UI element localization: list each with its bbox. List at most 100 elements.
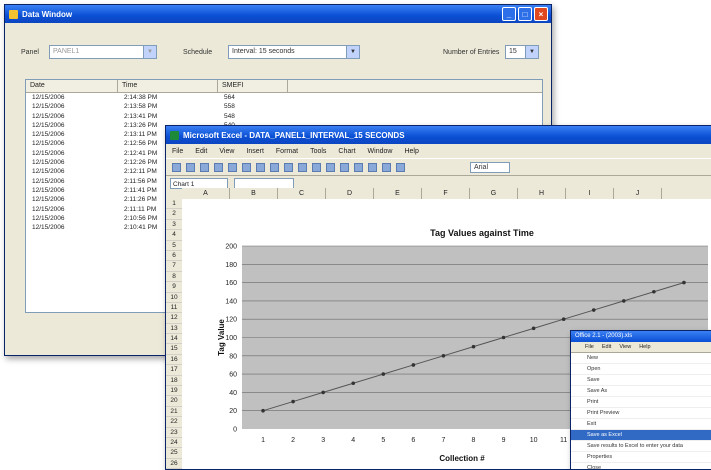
copy-icon[interactable] (270, 162, 279, 172)
menu-item-tools[interactable]: Tools (310, 148, 326, 155)
maximize-icon[interactable]: □ (518, 7, 532, 21)
name-box[interactable]: Chart 1 (170, 177, 228, 189)
schedule-select[interactable]: Interval: 15 seconds ▼ (228, 45, 360, 59)
spell-icon[interactable] (242, 162, 251, 172)
row-header[interactable]: 18 (166, 376, 182, 387)
row-header[interactable]: 25 (166, 448, 182, 459)
undo-icon[interactable] (298, 162, 307, 172)
popup-menu-item[interactable]: Print Preview (571, 408, 711, 419)
popup-menu-item[interactable]: Open (571, 364, 711, 375)
row-header[interactable]: 19 (166, 386, 182, 397)
column-header[interactable]: E (374, 188, 422, 199)
popup-menu-item[interactable]: Properties (571, 452, 711, 463)
menu-item-edit[interactable]: Edit (195, 148, 207, 155)
row-header[interactable]: 16 (166, 355, 182, 366)
data-window-titlebar[interactable]: Data Window _ □ × (5, 5, 551, 23)
row-header[interactable]: 21 (166, 407, 182, 418)
table-row[interactable]: 12/15/2006 2:13:58 PM 558 (26, 102, 542, 111)
close-icon[interactable]: × (534, 7, 548, 21)
popup-menu-edit[interactable]: Edit (602, 342, 611, 352)
column-header[interactable]: A (182, 188, 230, 199)
popup-menu-item[interactable]: Close (571, 463, 711, 469)
menu-item-format[interactable]: Format (276, 148, 298, 155)
excel-titlebar[interactable]: Microsoft Excel - DATA_PANEL1_INTERVAL_1… (166, 126, 711, 144)
row-header[interactable]: 23 (166, 428, 182, 438)
row-header[interactable]: 14 (166, 334, 182, 345)
row-header[interactable]: 6 (166, 251, 182, 262)
redo-icon[interactable] (312, 162, 321, 172)
column-header[interactable]: F (422, 188, 470, 199)
column-header[interactable]: C (278, 188, 326, 199)
column-header[interactable]: B (230, 188, 278, 199)
row-header[interactable]: 7 (166, 261, 182, 272)
menu-item-chart[interactable]: Chart (338, 148, 355, 155)
table-row[interactable]: 12/15/2006 2:14:38 PM 564 (26, 93, 542, 102)
popup-title[interactable]: Office 2.1 - (2003).xls (571, 331, 711, 342)
popup-menu-file[interactable]: File (585, 342, 594, 352)
row-header[interactable]: 3 (166, 220, 182, 231)
menu-item-view[interactable]: View (219, 148, 234, 155)
column-header[interactable]: G (470, 188, 518, 199)
popup-menu-item[interactable]: Save results to Excel to enter your data (571, 441, 711, 452)
drawing-icon[interactable] (368, 162, 377, 172)
minimize-icon[interactable]: _ (502, 7, 516, 21)
table-row[interactable]: 12/15/2006 2:13:41 PM 548 (26, 112, 542, 121)
column-header-date[interactable]: Date (26, 80, 118, 92)
help-icon[interactable] (396, 162, 405, 172)
row-header[interactable]: 15 (166, 344, 182, 355)
row-header[interactable]: 24 (166, 438, 182, 449)
popup-menu-item[interactable]: Save as Excel (571, 430, 711, 441)
panel-select[interactable]: PANEL1 ▼ (49, 45, 157, 59)
row-header[interactable]: 20 (166, 396, 182, 407)
column-header-value[interactable]: SMEFI (218, 80, 288, 92)
popup-menu-item[interactable]: Save As (571, 386, 711, 397)
formula-input[interactable] (234, 177, 294, 189)
row-header[interactable]: 8 (166, 272, 182, 283)
column-header[interactable]: H (518, 188, 566, 199)
new-icon[interactable] (172, 162, 181, 172)
data-point (531, 326, 536, 331)
row-header[interactable]: 11 (166, 303, 182, 314)
row-header[interactable]: 1 (166, 199, 182, 210)
row-header[interactable]: 9 (166, 282, 182, 293)
menu-item-help[interactable]: Help (404, 148, 418, 155)
row-header[interactable]: 10 (166, 293, 182, 303)
row-header[interactable]: 13 (166, 324, 182, 335)
column-header[interactable]: I (566, 188, 614, 199)
popup-menu-item[interactable]: New (571, 353, 711, 364)
sort-icon[interactable] (340, 162, 349, 172)
chevron-down-icon[interactable]: ▼ (346, 46, 359, 58)
column-header-time[interactable]: Time (118, 80, 218, 92)
save-icon[interactable] (200, 162, 209, 172)
x-tick-label: 6 (411, 437, 415, 444)
row-header[interactable]: 2 (166, 209, 182, 220)
menu-item-insert[interactable]: Insert (246, 148, 264, 155)
row-header[interactable]: 17 (166, 365, 182, 376)
popup-menu-view[interactable]: View (619, 342, 631, 352)
menu-item-window[interactable]: Window (368, 148, 393, 155)
popup-menu-item[interactable]: Print (571, 397, 711, 408)
popup-menu-item[interactable]: Save (571, 375, 711, 386)
font-select[interactable]: Arial (470, 161, 510, 173)
row-header[interactable]: 22 (166, 417, 182, 428)
row-header[interactable]: 4 (166, 230, 182, 241)
row-header[interactable]: 5 (166, 241, 182, 251)
sum-icon[interactable] (326, 162, 335, 172)
entries-value: 15 (509, 48, 517, 55)
popup-menu-help[interactable]: Help (639, 342, 650, 352)
paste-icon[interactable] (284, 162, 293, 172)
menu-item-file[interactable]: File (172, 148, 183, 155)
entries-select[interactable]: 15 ▼ (505, 45, 539, 59)
chevron-down-icon[interactable]: ▼ (143, 46, 156, 58)
row-header[interactable]: 12 (166, 313, 182, 324)
column-header[interactable]: D (326, 188, 374, 199)
column-header[interactable]: J (614, 188, 662, 199)
popup-menu-item[interactable]: Exit (571, 419, 711, 430)
preview-icon[interactable] (228, 162, 237, 172)
chart-wizard-icon[interactable] (354, 162, 363, 172)
zoom-icon[interactable] (382, 162, 391, 172)
print-icon[interactable] (214, 162, 223, 172)
open-icon[interactable] (186, 162, 195, 172)
chevron-down-icon[interactable]: ▼ (525, 46, 538, 58)
cut-icon[interactable] (256, 162, 265, 172)
